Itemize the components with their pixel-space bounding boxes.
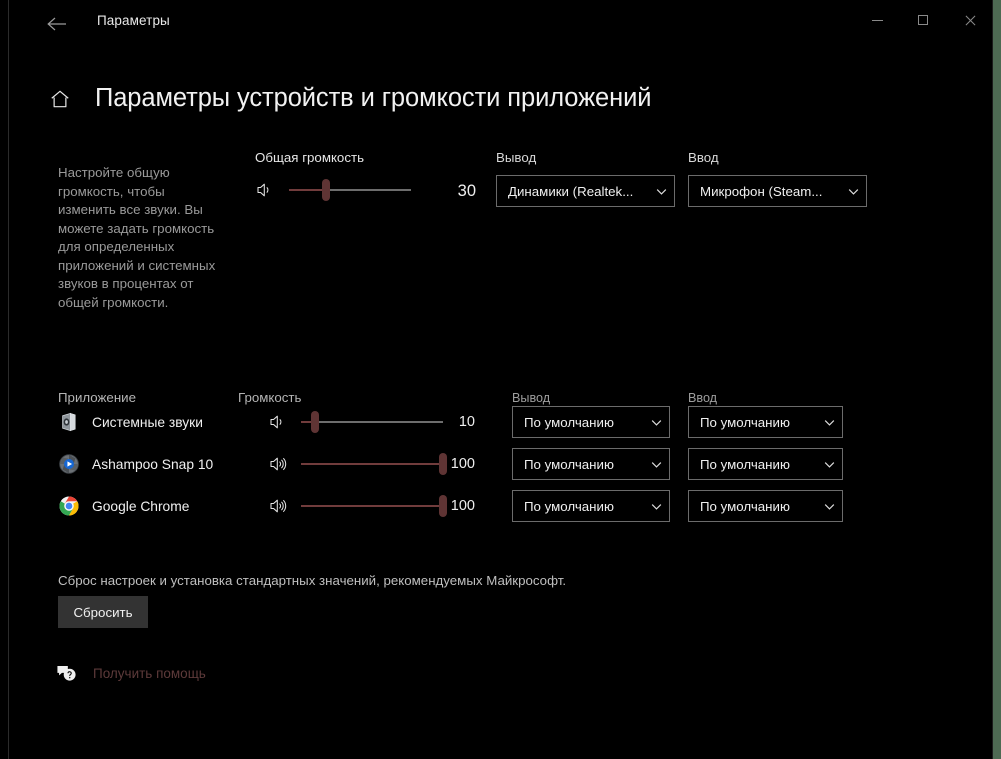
app-row: Google Chrome 100 По умолчанию По умолчанию xyxy=(9,485,992,527)
app-input-dropdown-value: По умолчанию xyxy=(700,498,790,514)
app-volume-value: 100 xyxy=(450,498,475,514)
master-output-value: Динамики (Realtek... xyxy=(508,183,634,199)
app-volume-slider[interactable] xyxy=(301,452,447,476)
master-input-value: Микрофон (Steam... xyxy=(700,183,823,199)
google-chrome-icon xyxy=(59,496,79,516)
app-name-cell: Ashampoo Snap 10 xyxy=(58,443,213,485)
page-title: Параметры устройств и громкости приложен… xyxy=(95,84,652,112)
app-output-dropdown[interactable]: По умолчанию xyxy=(512,490,670,522)
app-volume-cell xyxy=(268,485,447,527)
screen: Параметры Параметры устройств и громкост… xyxy=(0,0,1001,759)
get-help-link[interactable]: Получить помощь xyxy=(56,663,206,684)
chevron-down-icon xyxy=(651,461,662,468)
app-input-dropdown-value: По умолчанию xyxy=(700,456,790,472)
app-name-cell: Google Chrome xyxy=(58,485,189,527)
caption-button-group xyxy=(854,0,992,40)
app-row: Системные звуки 10 По умолчанию По умолчани… xyxy=(9,401,992,443)
slider-thumb[interactable] xyxy=(439,495,447,517)
home-icon[interactable] xyxy=(49,88,71,110)
slider-thumb[interactable] xyxy=(311,411,320,433)
master-volume-label: Общая громкость xyxy=(255,150,364,165)
app-output-dropdown[interactable]: По умолчанию xyxy=(512,406,670,438)
minimize-button[interactable] xyxy=(854,0,900,40)
chevron-down-icon xyxy=(651,503,662,510)
slider-track xyxy=(301,421,443,423)
page-header: Параметры устройств и громкости приложен… xyxy=(49,84,651,113)
chevron-down-icon xyxy=(848,188,859,195)
app-name: Google Chrome xyxy=(92,498,190,514)
app-input-dropdown[interactable]: По умолчанию xyxy=(688,406,843,438)
maximize-button[interactable] xyxy=(900,0,946,40)
master-volume-value: 30 xyxy=(457,182,476,200)
chevron-down-icon xyxy=(656,188,667,195)
desktop-background-edge xyxy=(993,0,1001,759)
app-volume-value: 100 xyxy=(450,456,475,472)
slider-fill xyxy=(301,463,443,465)
settings-window: Параметры Параметры устройств и громкост… xyxy=(8,0,993,759)
app-name-cell: Системные звуки xyxy=(58,401,203,443)
chevron-down-icon xyxy=(824,503,835,510)
get-help-label: Получить помощь xyxy=(93,666,206,681)
app-volume-cell xyxy=(268,443,447,485)
app-volume-slider[interactable] xyxy=(301,410,443,434)
master-input-dropdown[interactable]: Микрофон (Steam... xyxy=(688,175,867,207)
app-input-dropdown[interactable]: По умолчанию xyxy=(688,490,843,522)
window-title: Параметры xyxy=(97,13,170,28)
app-input-dropdown[interactable]: По умолчанию xyxy=(688,448,843,480)
help-bubble-icon xyxy=(57,666,76,681)
chevron-down-icon xyxy=(824,419,835,426)
slider-thumb[interactable] xyxy=(439,453,447,475)
chevron-down-icon xyxy=(651,419,662,426)
app-volume-slider[interactable] xyxy=(301,494,447,518)
master-volume-slider[interactable] xyxy=(289,178,411,202)
maximize-icon xyxy=(918,15,928,25)
close-button[interactable] xyxy=(946,0,992,40)
master-output-label: Вывод xyxy=(496,150,537,165)
master-volume-row xyxy=(255,178,411,202)
app-input-dropdown-value: По умолчанию xyxy=(700,414,790,430)
app-volume-value: 10 xyxy=(458,414,475,430)
ashampoo-snap-icon xyxy=(59,454,79,474)
back-arrow-icon xyxy=(47,17,66,31)
master-input-label: Ввод xyxy=(688,150,719,165)
app-output-dropdown[interactable]: По умолчанию xyxy=(512,448,670,480)
slider-fill xyxy=(301,505,443,507)
reset-description: Сброс настроек и установка стандартных з… xyxy=(58,573,567,588)
speaker-high-icon xyxy=(270,499,287,513)
speaker-high-icon xyxy=(270,457,287,471)
speaker-low-icon xyxy=(257,183,269,197)
reset-button[interactable]: Сбросить xyxy=(58,596,148,628)
slider-fill xyxy=(289,189,326,191)
app-name: Ashampoo Snap 10 xyxy=(92,456,214,472)
app-output-dropdown-value: По умолчанию xyxy=(524,414,614,430)
close-icon xyxy=(964,15,975,26)
app-output-dropdown-value: По умолчанию xyxy=(524,498,614,514)
app-output-dropdown-value: По умолчанию xyxy=(524,456,614,472)
back-button[interactable] xyxy=(41,9,73,39)
title-bar: Параметры xyxy=(9,0,992,48)
chevron-down-icon xyxy=(824,461,835,468)
minimize-icon xyxy=(871,19,883,21)
app-row: Ashampoo Snap 10 100 По умолчанию По умолча… xyxy=(9,443,992,485)
description-text: Настройте общую громкость, чтобы изменит… xyxy=(58,165,216,310)
system-sounds-icon xyxy=(62,412,76,432)
slider-thumb[interactable] xyxy=(321,179,330,201)
app-volume-cell xyxy=(268,401,443,443)
master-output-dropdown[interactable]: Динамики (Realtek... xyxy=(496,175,675,207)
speaker-low-icon xyxy=(270,415,282,429)
app-name: Системные звуки xyxy=(92,414,203,430)
